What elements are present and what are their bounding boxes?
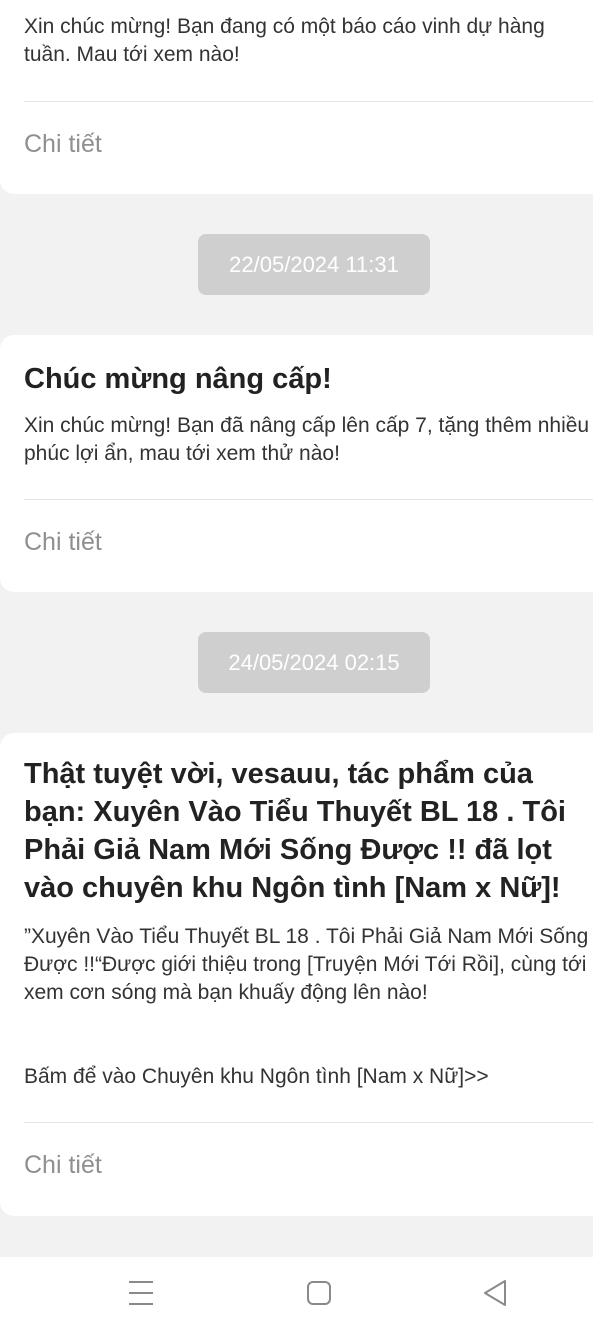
chevron-right-icon [586, 132, 593, 150]
details-label: Chi tiết [24, 130, 102, 158]
details-button[interactable]: Chi tiết [0, 500, 593, 590]
notification-title: Thật tuyệt vời, vesauu, tác phẩm của bạn… [24, 758, 566, 904]
notification-title: Chúc mừng nâng cấp! [24, 363, 332, 395]
notification-body: ”Xuyên Vào Tiểu Thuyết BL 18 . Tôi Phải … [24, 925, 589, 1004]
home-square-icon [307, 1281, 331, 1305]
back-triangle-icon [484, 1280, 506, 1306]
notification-body: Xin chúc mừng! Bạn đã nâng cấp lên cấp 7… [24, 414, 590, 465]
notification-card: Chúc mừng nâng cấp! Xin chúc mừng! Bạn đ… [0, 335, 593, 592]
details-label: Chi tiết [24, 1151, 102, 1179]
back-button[interactable] [465, 1271, 525, 1315]
details-button[interactable]: Chi tiết [0, 102, 593, 192]
details-label: Chi tiết [24, 528, 102, 556]
menu-icon [129, 1281, 153, 1305]
home-button[interactable] [289, 1271, 349, 1315]
timestamp-badge: 24/05/2024 02:15 [198, 632, 430, 693]
notification-body: Xin chúc mừng! Bạn đang có một báo cáo v… [24, 15, 551, 66]
notification-card: Thật tuyệt vời, vesauu, tác phẩm của bạn… [0, 733, 593, 1216]
notification-screen: Xin chúc mừng! Bạn đang có một báo cáo v… [0, 0, 593, 1329]
chevron-right-icon [586, 1153, 593, 1171]
promo-link[interactable]: Bấm để vào Chuyên khu Ngôn tình [Nam x N… [24, 1063, 489, 1091]
system-navigation-bar [0, 1257, 593, 1329]
details-button[interactable]: Chi tiết [0, 1123, 593, 1213]
menu-button[interactable] [111, 1271, 171, 1315]
notification-card: Xin chúc mừng! Bạn đang có một báo cáo v… [0, 0, 593, 194]
chevron-right-icon [586, 530, 593, 548]
timestamp-badge: 22/05/2024 11:31 [198, 234, 430, 295]
